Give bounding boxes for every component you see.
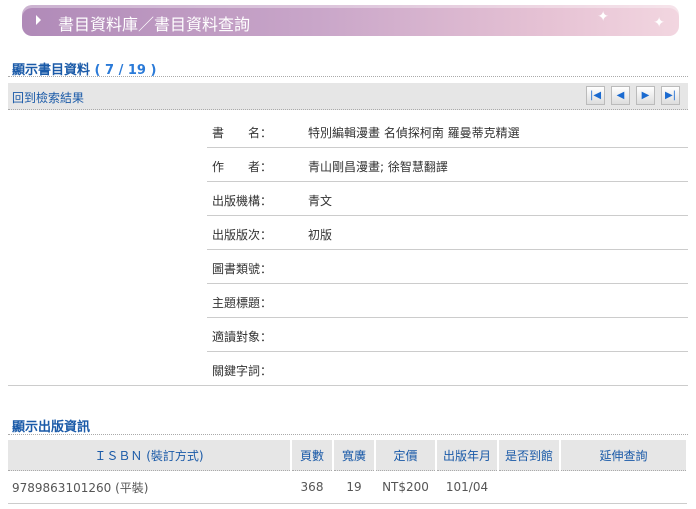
isbn-cell: 9789863101260 (平裝): [8, 470, 291, 504]
col-pubdate: 出版年月: [436, 440, 499, 471]
prev-record-button[interactable]: ◀: [611, 86, 630, 105]
col-isbn: ＩＳＢＮ (裝訂方式): [8, 440, 292, 471]
field-label: 出版機構：: [212, 194, 273, 208]
field-label: 適讀對象：: [212, 330, 273, 344]
field-value: 青山剛昌漫畫; 徐智慧翻譯: [308, 160, 448, 174]
field-label: 關鍵字詞：: [212, 364, 273, 378]
table-header-row: ＩＳＢＮ (裝訂方式) 頁數 寬廣 定價 出版年月 是否到館 延伸查詢: [8, 440, 688, 471]
pages-cell: 368: [291, 470, 333, 504]
field-row: 圖書類號：: [207, 250, 688, 284]
price-cell: NT$200: [375, 470, 436, 504]
divider: [8, 385, 688, 386]
back-to-results-link[interactable]: 回到檢索結果: [12, 89, 84, 106]
first-record-button[interactable]: |◀: [586, 86, 605, 105]
page-banner: 書目資料庫／書目資料查詢 ✦ ✦: [22, 5, 679, 36]
field-value: 特別編輯漫畫 名偵探柯南 羅曼蒂克精選: [308, 126, 520, 140]
field-row: 出版機構： 青文: [207, 182, 688, 216]
triangle-icon: [36, 15, 41, 25]
field-row: 關鍵字詞：: [207, 352, 688, 386]
record-navbar: 回到檢索結果 |◀ ◀ ▶ ▶|: [8, 83, 688, 110]
field-row: 適讀對象：: [207, 318, 688, 352]
last-record-button[interactable]: ▶|: [661, 86, 680, 105]
field-label: 圖書類號：: [212, 262, 273, 276]
size-cell: 19: [333, 470, 375, 504]
section-title: 顯示出版資訊: [12, 420, 91, 435]
field-label: 作 者：: [212, 160, 273, 174]
field-value: 青文: [308, 194, 333, 208]
col-extended: 延伸查詢: [560, 440, 688, 471]
divider: [8, 76, 688, 77]
field-label: 主題標題：: [212, 296, 273, 310]
col-size: 寬廣: [333, 440, 376, 471]
field-label: 書 名：: [212, 126, 273, 140]
next-record-button[interactable]: ▶: [636, 86, 655, 105]
publication-table: ＩＳＢＮ (裝訂方式) 頁數 寬廣 定價 出版年月 是否到館 延伸查詢 9789…: [8, 440, 688, 504]
field-row: 主題標題：: [207, 284, 688, 318]
field-row: 作 者： 青山剛昌漫畫; 徐智慧翻譯: [207, 148, 688, 182]
field-value: 初版: [308, 228, 333, 242]
col-price: 定價: [375, 440, 437, 471]
field-row: 書 名： 特別編輯漫畫 名偵探柯南 羅曼蒂克精選: [207, 114, 688, 148]
pubdate-cell: 101/04: [436, 470, 498, 504]
section-publication: 顯示出版資訊: [12, 416, 90, 435]
sparkle-icon: ✦: [653, 15, 665, 31]
col-available: 是否到館: [498, 440, 561, 471]
sparkle-icon: ✦: [597, 9, 609, 25]
field-row: 出版版次： 初版: [207, 216, 688, 250]
col-pages: 頁數: [291, 440, 334, 471]
banner-title: 書目資料庫／書目資料查詢: [58, 15, 251, 34]
table-row: 9789863101260 (平裝) 368 19 NT$200 101/04: [8, 470, 687, 504]
field-label: 出版版次：: [212, 228, 273, 242]
available-cell: [498, 470, 560, 504]
extended-cell: [560, 470, 687, 504]
divider: [8, 434, 688, 435]
